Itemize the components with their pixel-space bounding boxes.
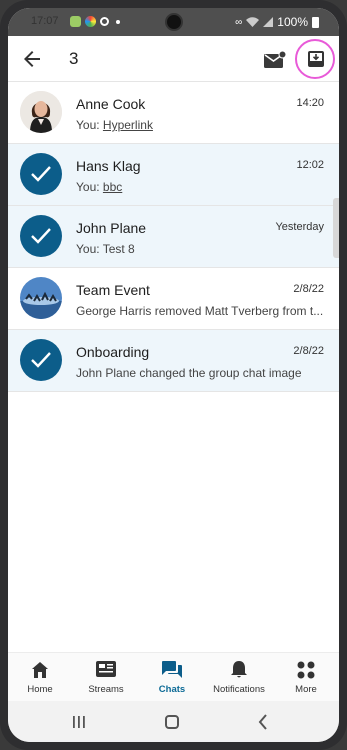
chat-name: Anne Cook (76, 96, 146, 112)
wifi-icon (246, 17, 260, 27)
chat-time: 2/8/22 (293, 283, 324, 295)
chat-row-team-event[interactable]: Team Event 2/8/22 George Harris removed … (8, 268, 339, 330)
preview-link[interactable]: bbc (103, 180, 122, 194)
selected-check-avatar (20, 153, 62, 195)
nav-more[interactable]: More (284, 653, 328, 702)
preview-text: You: (76, 118, 103, 132)
bottom-navigation: Home Streams Chats Notifications More (8, 652, 339, 701)
checkmark-icon (31, 166, 51, 182)
grid-icon (297, 661, 315, 679)
chat-row-john-plane[interactable]: John Plane Yesterday You: Test 8 (8, 206, 339, 268)
chat-name: Onboarding (76, 344, 150, 360)
phone-frame: 17:07 ∞ 100% 3 Anne Cook 14:20 You: Hype… (0, 0, 347, 750)
back-arrow-icon[interactable] (20, 47, 44, 71)
chat-row-anne-cook[interactable]: Anne Cook 14:20 You: Hyperlink (8, 82, 339, 144)
mark-unread-icon[interactable] (264, 51, 286, 69)
checkmark-icon (31, 228, 51, 244)
archive-button[interactable] (295, 39, 335, 79)
selected-check-avatar (20, 339, 62, 381)
chats-icon (162, 661, 182, 678)
battery-icon (312, 16, 319, 28)
screen: 17:07 ∞ 100% 3 Anne Cook 14:20 You: Hype… (8, 8, 339, 742)
app-icon (85, 16, 96, 27)
chat-time: 12:02 (296, 159, 324, 171)
chat-time: 2/8/22 (293, 345, 324, 357)
signal-icon (263, 17, 274, 27)
home-system-icon[interactable] (165, 715, 179, 729)
chat-time: Yesterday (275, 221, 324, 233)
link-icon: ∞ (235, 16, 243, 28)
chat-time: 14:20 (296, 97, 324, 109)
avatar (20, 91, 62, 133)
nav-home[interactable]: Home (18, 653, 62, 702)
edge-panel-handle[interactable] (333, 198, 339, 258)
home-icon (32, 662, 48, 678)
archive-icon (308, 51, 324, 67)
bell-icon (231, 661, 247, 678)
chat-preview: John Plane changed the group chat image (76, 366, 302, 380)
system-status-icons: ∞ 100% (235, 15, 319, 29)
chat-row-onboarding[interactable]: Onboarding 2/8/22 John Plane changed the… (8, 330, 339, 392)
status-bar: 17:07 ∞ 100% (8, 8, 339, 36)
nav-chats[interactable]: Chats (150, 653, 194, 702)
nav-label: Chats (158, 684, 186, 695)
nav-label: Home (27, 684, 53, 695)
preview-link[interactable]: Hyperlink (103, 118, 153, 132)
selected-check-avatar (20, 215, 62, 257)
location-icon (100, 17, 109, 26)
back-system-icon[interactable] (258, 714, 268, 730)
person-photo (20, 91, 62, 133)
chat-name: Team Event (76, 282, 150, 298)
chat-name: Hans Klag (76, 158, 141, 174)
selected-count: 3 (69, 49, 79, 68)
nav-label: Notifications (213, 684, 265, 695)
group-avatar (20, 277, 62, 319)
nav-label: Streams (88, 684, 124, 695)
chat-row-hans-klag[interactable]: Hans Klag 12:02 You: bbc (8, 144, 339, 206)
notification-icons (70, 16, 120, 27)
chat-preview: You: bbc (76, 180, 324, 194)
front-camera (165, 13, 183, 31)
preview-text: You: (76, 180, 103, 194)
android-icon (70, 16, 81, 27)
chat-name: John Plane (76, 220, 147, 236)
chat-preview: You: Test 8 (76, 242, 135, 256)
streams-icon (96, 661, 116, 677)
selection-toolbar: 3 (8, 36, 339, 81)
nav-streams[interactable]: Streams (82, 653, 130, 702)
chat-preview: You: Hyperlink (76, 118, 324, 132)
nav-notifications[interactable]: Notifications (208, 653, 270, 702)
recent-apps-icon[interactable] (72, 716, 86, 728)
checkmark-icon (31, 352, 51, 368)
chat-preview: George Harris removed Matt Tverberg from… (76, 304, 324, 318)
battery-percent: 100% (277, 15, 308, 29)
dot-icon (116, 19, 120, 24)
chat-list: Anne Cook 14:20 You: Hyperlink Hans Klag… (8, 82, 339, 392)
system-navigation-bar (8, 701, 339, 742)
nav-label: More (295, 684, 317, 695)
group-photo (20, 277, 62, 319)
